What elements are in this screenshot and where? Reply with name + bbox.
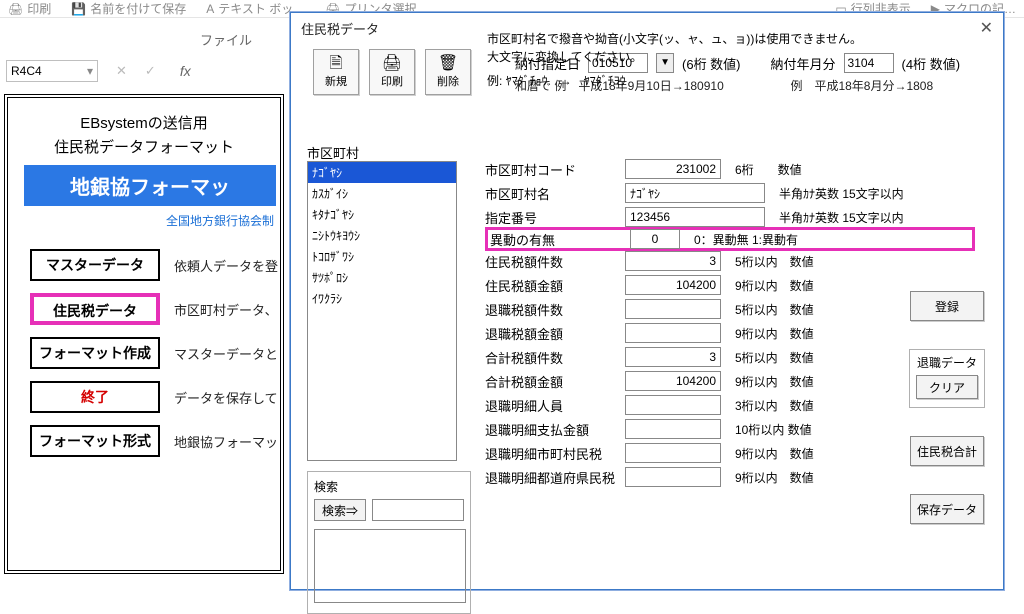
num-label: 指定番号 xyxy=(485,208,625,227)
new-icon: 🗎 xyxy=(314,54,358,75)
register-button[interactable]: 登録 xyxy=(910,291,984,321)
totamt-note: 9桁以内 数値 xyxy=(735,373,814,390)
list-item[interactable]: ｷﾀﾅｺﾞﾔｼ xyxy=(308,204,456,225)
retpay-input[interactable] xyxy=(625,419,721,439)
list-item[interactable]: ﾆｼﾄｳｷﾖｳｼ xyxy=(308,225,456,246)
search-result-area[interactable] xyxy=(314,529,466,603)
list-item[interactable]: ﾅｺﾞﾔｼ xyxy=(308,162,456,183)
list-item[interactable]: ｻﾂﾎﾟﾛｼ xyxy=(308,267,456,288)
retamt-input[interactable] xyxy=(625,323,721,343)
formatstyle-desc: 地銀協フォーマッ xyxy=(174,432,278,451)
search-label: 検索 xyxy=(314,478,464,495)
format-style-button[interactable]: フォーマット形式 xyxy=(30,425,160,457)
hasmove-input[interactable] xyxy=(630,229,680,249)
search-group: 検索 検索⇒ xyxy=(307,471,471,614)
resident-desc: 市区町村データ、 xyxy=(174,300,278,319)
ribbon-print[interactable]: 🖨 印刷 xyxy=(8,0,51,17)
retamt-note: 9桁以内 数値 xyxy=(735,325,814,342)
sheet-title-2: 住民税データフォーマット xyxy=(8,136,280,157)
master-data-button[interactable]: マスターデータ xyxy=(30,249,160,281)
retmuni-label: 退職明細市町村民税 xyxy=(485,444,625,463)
ribbon-saveas[interactable]: 💾 名前を付けて保存 xyxy=(71,0,186,17)
confirm-icon[interactable]: ✓ xyxy=(145,63,156,79)
retcnt-label: 退職税額件数 xyxy=(485,300,625,319)
new-button[interactable]: 🗎新規 xyxy=(313,49,359,95)
hasmove-note: 0：異動無 1:異動有 xyxy=(694,231,798,248)
exit-desc: データを保存して xyxy=(174,388,278,407)
retcnt-note: 5桁以内 数値 xyxy=(735,301,814,318)
assoc-link[interactable]: 全国地方銀行協会制 xyxy=(8,212,280,229)
code-note: 6桁 数値 xyxy=(735,161,802,178)
delete-button[interactable]: 🗑削除 xyxy=(425,49,471,95)
close-icon[interactable]: ✕ xyxy=(980,18,993,38)
sheet-title-1: EBsystemの送信用 xyxy=(8,112,280,136)
resamt-label: 住民税額金額 xyxy=(485,276,625,295)
name-note: 半角ｶﾅ英数 15文字以内 xyxy=(779,185,904,202)
name-label: 市区町村名 xyxy=(485,184,625,203)
paymonth-note: (4桁 数値) xyxy=(902,54,961,73)
name-box[interactable]: R4C4▾ xyxy=(6,60,98,82)
retmuni-input[interactable] xyxy=(625,443,721,463)
clear-button[interactable]: クリア xyxy=(916,375,978,399)
retpref-note: 9桁以内 数値 xyxy=(735,469,814,486)
retpref-label: 退職明細都道府県民税 xyxy=(485,468,625,487)
municipality-listbox[interactable]: ﾅｺﾞﾔｼ ｶｽｶﾞｲｼ ｷﾀﾅｺﾞﾔｼ ﾆｼﾄｳｷﾖｳｼ ﾄｺﾛｻﾞﾜｼ ｻﾂ… xyxy=(307,161,457,461)
retire-title: 退職データ xyxy=(916,354,978,371)
worksheet-panel: EBsystemの送信用 住民税データフォーマット 地銀協フォーマッ 全国地方銀… xyxy=(4,94,284,574)
resamt-note: 9桁以内 数値 xyxy=(735,277,814,294)
totamt-input[interactable] xyxy=(625,371,721,391)
fx-icon[interactable]: fx xyxy=(180,63,191,79)
total-button[interactable]: 住民税合計 xyxy=(910,436,984,466)
hasmove-label: 異動の有無 xyxy=(490,230,630,249)
formatmake-desc: マスターデータと xyxy=(174,344,278,363)
num-note: 半角ｶﾅ英数 15文字以内 xyxy=(779,209,904,226)
retpay-note: 10桁以内 数値 xyxy=(735,421,812,438)
rescnt-label: 住民税額件数 xyxy=(485,252,625,271)
delete-icon: 🗑 xyxy=(426,54,470,75)
format-banner: 地銀協フォーマッ xyxy=(24,165,276,206)
retire-group: 退職データ クリア xyxy=(909,349,985,408)
format-make-button[interactable]: フォーマット作成 xyxy=(30,337,160,369)
formula-bar: R4C4▾ ✕ ✓ fx xyxy=(6,60,191,82)
totcnt-input[interactable] xyxy=(625,347,721,367)
cancel-icon[interactable]: ✕ xyxy=(116,63,127,79)
fields-grid: 市区町村コード6桁 数値 市区町村名半角ｶﾅ英数 15文字以内 指定番号半角ｶﾅ… xyxy=(485,157,975,489)
code-input[interactable] xyxy=(625,159,721,179)
save-data-button[interactable]: 保存データ xyxy=(910,494,984,524)
municipality-label: 市区町村 xyxy=(307,143,359,162)
retpref-input[interactable] xyxy=(625,467,721,487)
code-label: 市区町村コード xyxy=(485,160,625,179)
help-text: 市区町村名で撥音や拗音(小文字(ッ、ャ、ュ、ョ))は使用できません。大文字に変換… xyxy=(487,30,867,90)
list-item[interactable]: ｶｽｶﾞｲｼ xyxy=(308,183,456,204)
search-button[interactable]: 検索⇒ xyxy=(314,499,366,521)
list-item[interactable]: ｲﾜｸﾗｼ xyxy=(308,288,456,309)
resident-tax-dialog: 住民税データ ✕ 🗎新規 🖨印刷 🗑削除 納付指定日 ▼ (6桁 数値) 納付年… xyxy=(290,12,1004,590)
rescnt-input[interactable] xyxy=(625,251,721,271)
search-input[interactable] xyxy=(372,499,464,521)
dialog-title: 住民税データ xyxy=(301,19,379,38)
file-tab[interactable]: ファイル xyxy=(200,30,252,49)
resident-tax-data-button[interactable]: 住民税データ xyxy=(30,293,160,325)
retpay-label: 退職明細支払金額 xyxy=(485,420,625,439)
list-item[interactable]: ﾄｺﾛｻﾞﾜｼ xyxy=(308,246,456,267)
retppl-label: 退職明細人員 xyxy=(485,396,625,415)
help-line-2: 例: ﾔﾏﾀﾞﾁｮｳ → ﾔﾏﾀﾞﾁﾖｳ xyxy=(487,72,867,90)
name-input[interactable] xyxy=(625,183,765,203)
retppl-input[interactable] xyxy=(625,395,721,415)
rescnt-note: 5桁以内 数値 xyxy=(735,253,814,270)
resamt-input[interactable] xyxy=(625,275,721,295)
retcnt-input[interactable] xyxy=(625,299,721,319)
master-desc: 依頼人データを登 xyxy=(174,256,278,275)
retppl-note: 3桁以内 数値 xyxy=(735,397,814,414)
retmuni-note: 9桁以内 数値 xyxy=(735,445,814,462)
help-line-1: 市区町村名で撥音や拗音(小文字(ッ、ャ、ュ、ョ))は使用できません。大文字に変換… xyxy=(487,30,867,66)
print-icon: 🖨 xyxy=(370,54,414,75)
num-input[interactable] xyxy=(625,207,765,227)
totcnt-label: 合計税額件数 xyxy=(485,348,625,367)
print-button[interactable]: 🖨印刷 xyxy=(369,49,415,95)
totcnt-note: 5桁以内 数値 xyxy=(735,349,814,366)
retamt-label: 退職税額金額 xyxy=(485,324,625,343)
exit-button[interactable]: 終了 xyxy=(30,381,160,413)
totamt-label: 合計税額金額 xyxy=(485,372,625,391)
